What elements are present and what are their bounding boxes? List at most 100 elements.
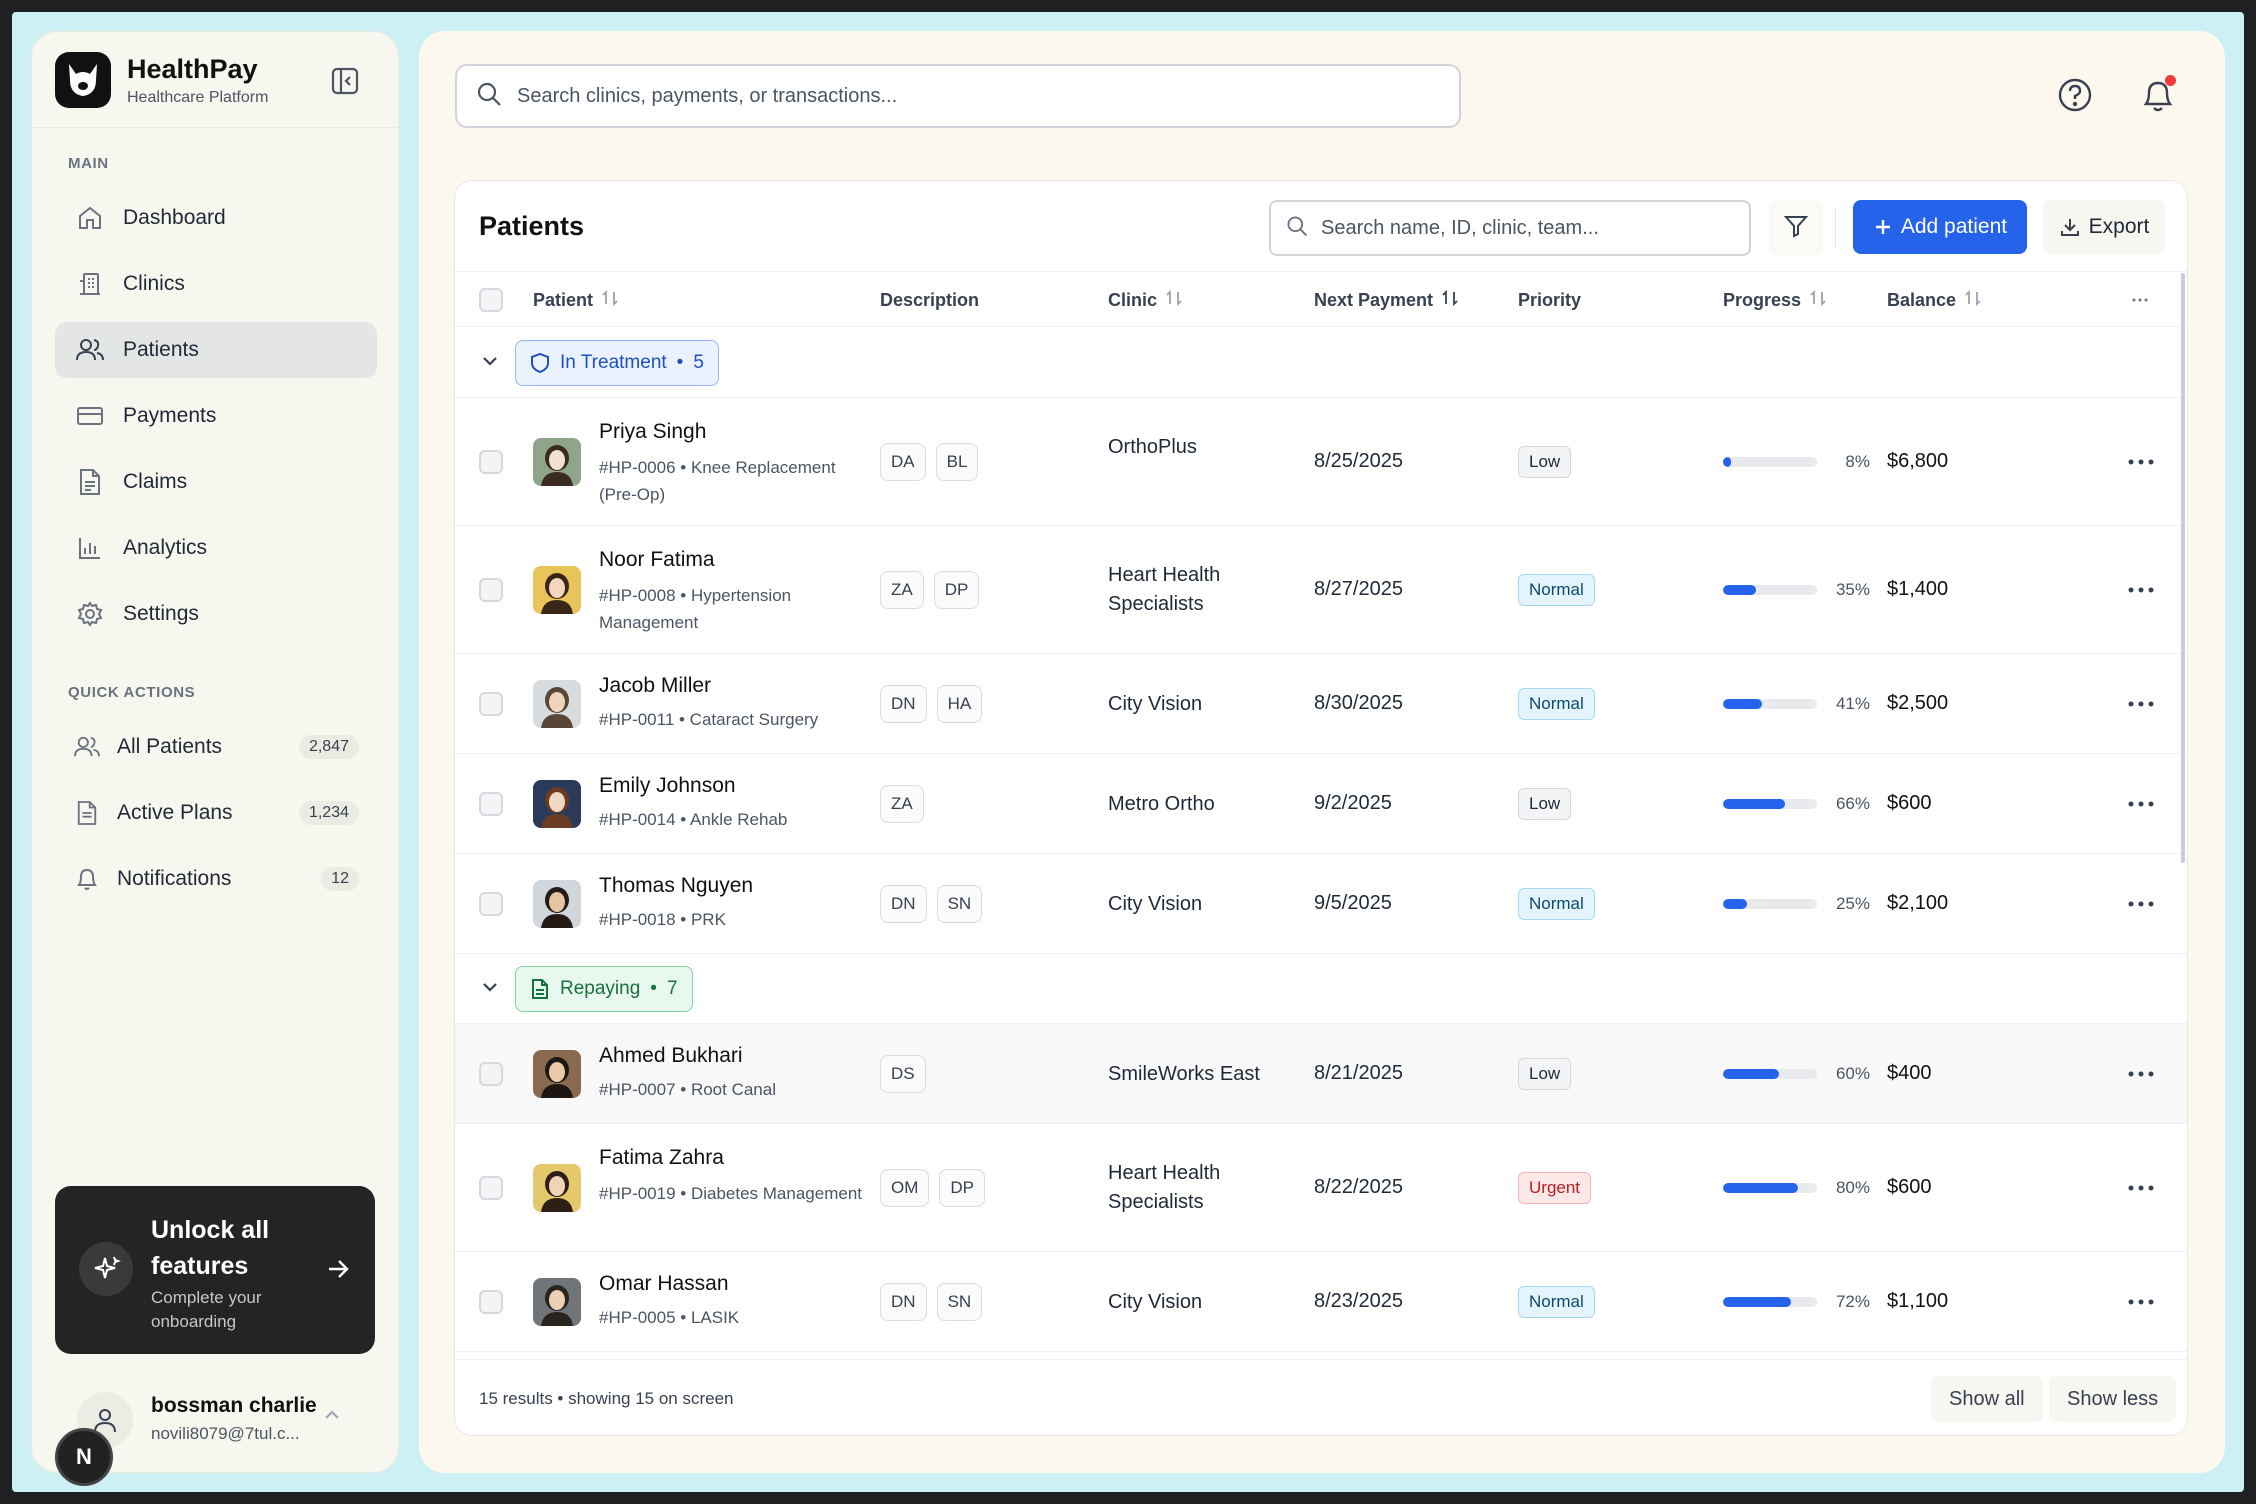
table-row[interactable]: Noor Fatima #HP-0008 • Hypertension Mana… [455, 526, 2187, 654]
gear-icon [75, 599, 105, 629]
patient-name[interactable]: Emily Johnson [599, 774, 736, 798]
priority-badge: Normal [1518, 1286, 1595, 1318]
app-name: HealthPay [127, 54, 258, 84]
unlock-features-card[interactable]: Unlock all features Complete your onboar… [55, 1186, 375, 1354]
group-badge[interactable]: In Treatment • 5 [515, 340, 719, 386]
row-checkbox[interactable] [479, 892, 503, 916]
quick-action-notifications[interactable]: Notifications 12 [55, 851, 377, 907]
row-options-icon[interactable] [2123, 1064, 2159, 1084]
row-checkbox[interactable] [479, 1176, 503, 1200]
column-progress[interactable]: Progress [1723, 272, 1827, 328]
show-less-button[interactable]: Show less [2049, 1376, 2177, 1422]
patient-name[interactable]: Jacob Miller [599, 674, 711, 698]
column-options-icon[interactable] [2131, 272, 2149, 328]
page-title: Patients [479, 211, 585, 241]
team-tags: DA BL [880, 443, 979, 481]
chevron-down-icon[interactable] [479, 976, 505, 1002]
notification-bell-icon[interactable] [2138, 75, 2178, 115]
table-search-input[interactable] [1321, 202, 1749, 254]
global-search[interactable] [455, 64, 1461, 128]
row-checkbox[interactable] [479, 1062, 503, 1086]
sidebar-item-analytics[interactable]: Analytics [55, 520, 377, 576]
sidebar-item-settings[interactable]: Settings [55, 586, 377, 642]
progress-bar [1723, 1297, 1817, 1307]
select-all-checkbox[interactable] [479, 272, 503, 328]
sidebar-item-clinics[interactable]: Clinics [55, 256, 377, 312]
show-all-button[interactable]: Show all [1931, 1376, 2043, 1422]
table-row[interactable]: Emily Johnson #HP-0014 • Ankle Rehab ZA … [455, 754, 2187, 854]
download-icon [2059, 216, 2081, 238]
table-row[interactable]: Omar Hassan #HP-0005 • LASIK DN SN City V… [455, 1252, 2187, 1352]
column-clinic[interactable]: Clinic [1108, 272, 1183, 328]
sidebar-item-label: Payments [123, 404, 217, 427]
filter-button[interactable] [1769, 200, 1823, 256]
row-options-icon[interactable] [2123, 794, 2159, 814]
balance-amount: $400 [1887, 1062, 1932, 1084]
brand[interactable]: HealthPay Healthcare Platform [55, 52, 268, 108]
table-footer: 15 results • showing 15 on screen Show a… [455, 1359, 2187, 1435]
table-row[interactable]: Priya Singh #HP-0006 • Knee Replacement … [455, 398, 2187, 526]
table-search[interactable] [1269, 200, 1751, 256]
help-icon[interactable] [2055, 75, 2095, 115]
team-tag: DP [939, 1169, 986, 1207]
group-count: 7 [666, 978, 678, 999]
row-options-icon[interactable] [2123, 894, 2159, 914]
sidebar-item-patients[interactable]: Patients [55, 322, 377, 378]
row-options-icon[interactable] [2123, 1292, 2159, 1312]
sidebar-collapse-icon[interactable] [326, 62, 364, 100]
add-patient-button[interactable]: Add patient [1853, 200, 2027, 254]
table-row[interactable]: Ahmed Bukhari #HP-0007 • Root Canal DS S… [455, 1024, 2187, 1124]
quick-action-active-plans[interactable]: Active Plans 1,234 [55, 785, 377, 841]
group-row: In Treatment • 5 [455, 328, 2187, 398]
team-tag: HA [936, 685, 983, 723]
avatar [533, 1278, 581, 1326]
progress-fill [1723, 899, 1747, 909]
team-tags: ZA DP [880, 571, 980, 609]
quick-action-all-patients[interactable]: All Patients 2,847 [55, 719, 377, 775]
patient-name[interactable]: Omar Hassan [599, 1272, 729, 1296]
unlock-subtitle: Complete your onboarding [151, 1288, 262, 1331]
table-row[interactable]: Thomas Nguyen #HP-0018 • PRK DN SN City V… [455, 854, 2187, 954]
patient-name[interactable]: Fatima Zahra [599, 1146, 724, 1170]
row-checkbox[interactable] [479, 1290, 503, 1314]
export-button[interactable]: Export [2043, 200, 2165, 254]
row-checkbox[interactable] [479, 792, 503, 816]
table-row[interactable]: Fatima Zahra #HP-0019 • Diabetes Managem… [455, 1124, 2187, 1252]
scrollbar[interactable] [2181, 273, 2185, 863]
user-menu[interactable]: N bossman charlie novili8079@7tul.c... [55, 1382, 377, 1486]
row-checkbox[interactable] [479, 450, 503, 474]
patient-name[interactable]: Thomas Nguyen [599, 874, 753, 898]
sidebar-item-dashboard[interactable]: Dashboard [55, 190, 377, 246]
patient-name[interactable]: Noor Fatima [599, 548, 715, 572]
progress-fill [1723, 1069, 1780, 1079]
row-options-icon[interactable] [2123, 452, 2159, 472]
column-next-payment[interactable]: Next Payment [1314, 272, 1459, 328]
balance-amount: $600 [1887, 792, 1932, 814]
patient-name[interactable]: Priya Singh [599, 420, 706, 444]
team-tags: ZA [880, 785, 924, 823]
row-checkbox[interactable] [479, 692, 503, 716]
clinic-name: OrthoPlus [1108, 436, 1197, 458]
quick-action-label: Active Plans [117, 801, 233, 824]
group-badge[interactable]: Repaying • 7 [515, 966, 693, 1012]
row-options-icon[interactable] [2123, 694, 2159, 714]
sidebar-item-label: Analytics [123, 536, 208, 559]
patient-name[interactable]: Ahmed Bukhari [599, 1044, 743, 1068]
row-options-icon[interactable] [2123, 1178, 2159, 1198]
progress-percent: 35% [1835, 580, 1870, 599]
patient-meta: #HP-0007 • Root Canal [599, 1080, 776, 1099]
chevron-up-icon [323, 1408, 341, 1426]
row-options-icon[interactable] [2123, 580, 2159, 600]
priority-badge: Low [1518, 788, 1572, 820]
column-patient[interactable]: Patient [533, 272, 619, 328]
chevron-down-icon[interactable] [479, 350, 505, 376]
sidebar-item-claims[interactable]: Claims [55, 454, 377, 510]
table-row[interactable]: Jacob Miller #HP-0011 • Cataract Surgery… [455, 654, 2187, 754]
row-checkbox[interactable] [479, 578, 503, 602]
sidebar-item-payments[interactable]: Payments [55, 388, 377, 444]
column-balance[interactable]: Balance [1887, 272, 1982, 328]
global-search-input[interactable] [517, 66, 1459, 126]
users-icon [73, 733, 101, 761]
patient-meta: #HP-0018 • PRK [599, 910, 726, 929]
team-tag: BL [935, 443, 979, 481]
